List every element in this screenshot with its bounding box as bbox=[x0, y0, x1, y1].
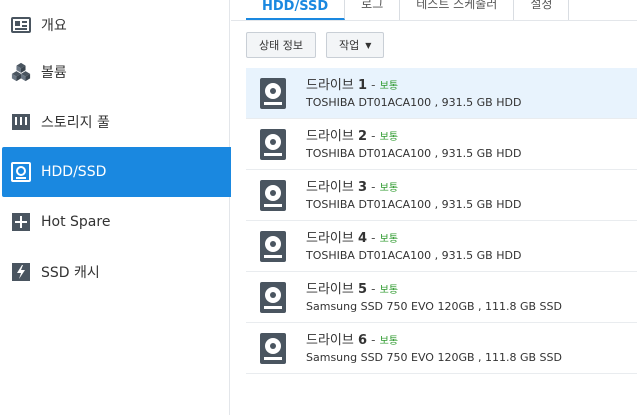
drive-title: 드라이브 1 - 보통 bbox=[306, 78, 399, 93]
sidebar-item-hot-spare[interactable]: Hot Spare bbox=[2, 197, 242, 247]
drive-model: Samsung SSD 750 EVO 120GB , 111.8 GB SSD bbox=[306, 351, 562, 364]
status-info-button[interactable]: 상태 정보 bbox=[246, 32, 316, 58]
status-badge: 보통 bbox=[379, 132, 399, 143]
sidebar-item-ssd-cache[interactable]: SSD 캐시 bbox=[2, 247, 242, 297]
drive-row[interactable]: 드라이브 3 - 보통 TOSHIBA DT01ACA100 , 931.5 G… bbox=[246, 170, 637, 221]
drive-title: 드라이브 2 - 보통 bbox=[306, 129, 399, 144]
caret-down-icon: ▼ bbox=[365, 40, 372, 50]
sidebar-item-label: Hot Spare bbox=[41, 214, 111, 230]
sidebar-item-label: SSD 캐시 bbox=[41, 265, 100, 281]
tab-log[interactable]: 로그 bbox=[345, 0, 401, 20]
hard-disk-icon bbox=[259, 179, 287, 212]
status-badge: 보통 bbox=[379, 285, 399, 296]
drive-row[interactable]: 드라이브 6 - 보통 Samsung SSD 750 EVO 120GB , … bbox=[246, 323, 637, 374]
tab-settings[interactable]: 설정 bbox=[514, 0, 570, 20]
tab-test-scheduler[interactable]: 테스트 스케줄러 bbox=[400, 0, 515, 20]
drive-title: 드라이브 5 - 보통 bbox=[306, 282, 399, 297]
drive-row[interactable]: 드라이브 4 - 보통 TOSHIBA DT01ACA100 , 931.5 G… bbox=[246, 221, 637, 272]
volume-icon bbox=[11, 62, 31, 82]
overview-icon bbox=[11, 15, 31, 35]
drive-title: 드라이브 4 - 보통 bbox=[306, 231, 399, 246]
action-button[interactable]: 작업 ▼ bbox=[325, 32, 385, 58]
drive-model: TOSHIBA DT01ACA100 , 931.5 GB HDD bbox=[306, 198, 522, 211]
tab-bar: HDD/SSD 로그 테스트 스케줄러 설정 bbox=[246, 0, 570, 20]
sidebar: 개요 볼륨 스토리지 풀 HDD/SSD Hot Spare SSD 캐시 bbox=[0, 0, 242, 415]
drive-row[interactable]: 드라이브 1 - 보통 TOSHIBA DT01ACA100 , 931.5 G… bbox=[246, 68, 637, 119]
drive-model: TOSHIBA DT01ACA100 , 931.5 GB HDD bbox=[306, 249, 522, 262]
drive-model: TOSHIBA DT01ACA100 , 931.5 GB HDD bbox=[306, 96, 522, 109]
status-badge: 보통 bbox=[379, 234, 399, 245]
status-badge: 보통 bbox=[379, 183, 399, 194]
drive-model: TOSHIBA DT01ACA100 , 931.5 GB HDD bbox=[306, 147, 522, 160]
sidebar-item-hdd-ssd[interactable]: HDD/SSD bbox=[2, 147, 242, 197]
status-badge: 보통 bbox=[379, 81, 399, 92]
hard-disk-icon bbox=[259, 77, 287, 110]
toolbar: 상태 정보 작업 ▼ bbox=[246, 32, 385, 58]
hard-disk-icon bbox=[259, 128, 287, 161]
drive-row[interactable]: 드라이브 5 - 보통 Samsung SSD 750 EVO 120GB , … bbox=[246, 272, 637, 323]
hot-spare-icon bbox=[11, 212, 31, 232]
tab-divider bbox=[231, 20, 637, 21]
hdd-icon bbox=[11, 162, 31, 182]
hard-disk-icon bbox=[259, 230, 287, 263]
sidebar-item-label: 볼륨 bbox=[41, 65, 67, 81]
hard-disk-icon bbox=[259, 281, 287, 314]
hard-disk-icon bbox=[259, 332, 287, 365]
ssd-cache-icon bbox=[11, 262, 31, 282]
sidebar-item-label: 개요 bbox=[41, 18, 67, 34]
sidebar-item-storage-pool[interactable]: 스토리지 풀 bbox=[2, 97, 242, 147]
sidebar-item-label: HDD/SSD bbox=[41, 164, 107, 180]
storage-pool-icon bbox=[11, 112, 31, 132]
status-badge: 보통 bbox=[379, 336, 399, 347]
drive-list: 드라이브 1 - 보통 TOSHIBA DT01ACA100 , 931.5 G… bbox=[246, 68, 637, 374]
tab-hdd-ssd[interactable]: HDD/SSD bbox=[246, 0, 346, 20]
drive-row[interactable]: 드라이브 2 - 보통 TOSHIBA DT01ACA100 , 931.5 G… bbox=[246, 119, 637, 170]
drive-title: 드라이브 3 - 보통 bbox=[306, 180, 399, 195]
main-panel: HDD/SSD 로그 테스트 스케줄러 설정 상태 정보 작업 ▼ 드라이브 1 … bbox=[231, 0, 637, 415]
sidebar-item-overview[interactable]: 개요 bbox=[2, 0, 242, 50]
sidebar-item-volume[interactable]: 볼륨 bbox=[2, 47, 242, 97]
drive-title: 드라이브 6 - 보통 bbox=[306, 333, 399, 348]
sidebar-item-label: 스토리지 풀 bbox=[41, 115, 110, 131]
drive-model: Samsung SSD 750 EVO 120GB , 111.8 GB SSD bbox=[306, 300, 562, 313]
